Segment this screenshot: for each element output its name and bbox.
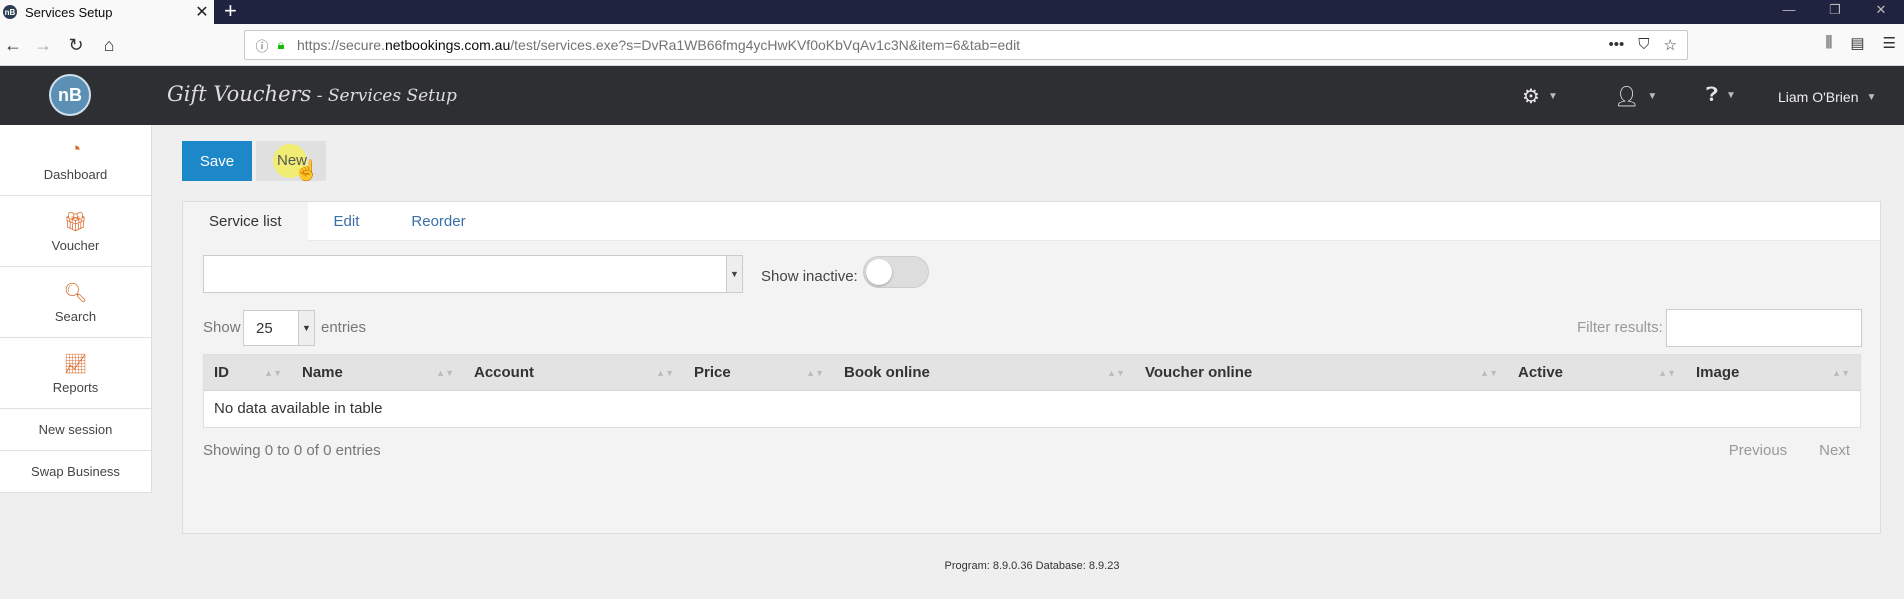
show-inactive-label: Show inactive: xyxy=(761,268,858,285)
chevron-down-icon: ▼ xyxy=(1547,91,1558,102)
show-label: Show xyxy=(203,319,241,336)
forward-icon[interactable]: → xyxy=(30,32,56,58)
dashboard-icon: ◔ xyxy=(69,138,82,160)
column-header-name[interactable]: Name ▲▼ xyxy=(292,355,464,391)
entries-per-page-select[interactable]: 25 ▼ xyxy=(243,310,315,346)
close-tab-icon[interactable]: ✕ xyxy=(190,2,214,22)
user-icon: 👤︎ xyxy=(1614,86,1640,108)
close-window-icon[interactable]: ✕ xyxy=(1858,0,1904,24)
page-title: Gift Vouchers - Services Setup xyxy=(167,82,457,106)
next-page-button[interactable]: Next xyxy=(1819,442,1850,459)
logo[interactable]: nB xyxy=(49,74,91,116)
bookmark-star-icon[interactable]: ☆ xyxy=(1664,36,1677,54)
filter-results-input[interactable] xyxy=(1666,309,1862,347)
favicon-icon: nB xyxy=(3,5,17,19)
tab-service-list[interactable]: Service list xyxy=(183,202,308,241)
chevron-down-icon: ▼ xyxy=(1726,90,1736,101)
sort-icon: ▲▼ xyxy=(264,368,282,378)
sidebar-toggle-icon[interactable]: ▤ xyxy=(1850,34,1864,52)
sort-icon: ▲▼ xyxy=(1658,368,1676,378)
tab-edit[interactable]: Edit xyxy=(308,202,386,241)
column-header-id[interactable]: ID ▲▼ xyxy=(204,355,292,391)
sidebar-item-dashboard[interactable]: ◔ Dashboard xyxy=(0,125,151,196)
url-text[interactable]: https://secure.netbookings.com.au/test/s… xyxy=(297,37,1609,53)
toggle-knob xyxy=(866,259,892,285)
more-actions-icon[interactable]: ••• xyxy=(1609,36,1625,54)
restore-icon[interactable]: ❐ xyxy=(1812,0,1858,24)
gift-icon: 🎁︎ xyxy=(63,211,88,233)
column-header-active[interactable]: Active ▲▼ xyxy=(1508,355,1686,391)
sort-icon: ▲▼ xyxy=(656,368,674,378)
user-role-menu[interactable]: 👤︎ ▼ xyxy=(1614,84,1657,109)
column-header-voucher-online[interactable]: Voucher online ▲▼ xyxy=(1135,355,1508,391)
hand-cursor-icon: ☝ xyxy=(294,160,319,182)
sidebar-item-reports[interactable]: 📈︎ Reports xyxy=(0,338,151,409)
chevron-down-icon: ▼ xyxy=(1866,91,1877,103)
new-tab-icon[interactable]: + xyxy=(224,0,237,24)
browser-navbar: ← → ↻ ⌂ ⓘ 🔒︎ https://secure.netbookings.… xyxy=(0,24,1904,66)
help-menu[interactable]: ❓︎ ▼ xyxy=(1706,84,1736,107)
url-bar[interactable]: ⓘ 🔒︎ https://secure.netbookings.com.au/t… xyxy=(244,30,1688,60)
table-info: Showing 0 to 0 of 0 entries xyxy=(203,442,381,459)
column-header-price[interactable]: Price ▲▼ xyxy=(684,355,834,391)
sort-icon: ▲▼ xyxy=(1107,368,1125,378)
filter-results-label: Filter results: xyxy=(1577,319,1663,336)
home-icon[interactable]: ⌂ xyxy=(96,32,122,58)
sidebar: ◔ Dashboard 🎁︎ Voucher 🔍︎ Search 📈︎ Repo… xyxy=(0,125,152,493)
sidebar-item-swap-business[interactable]: Swap Business xyxy=(0,451,151,493)
column-header-account[interactable]: Account ▲▼ xyxy=(464,355,684,391)
window-controls: — ❐ ✕ xyxy=(1766,0,1904,24)
show-inactive-toggle[interactable] xyxy=(863,256,929,288)
sidebar-item-label: Voucher xyxy=(51,237,100,253)
search-icon: 🔍︎ xyxy=(63,282,88,304)
pocket-icon[interactable]: ⛉ xyxy=(1638,36,1649,54)
user-name: Liam O'Brien xyxy=(1778,89,1859,105)
minimize-icon[interactable]: — xyxy=(1766,0,1812,24)
gear-icon: ⚙ xyxy=(1522,86,1540,108)
library-icon[interactable]: ⫼ xyxy=(1825,34,1832,52)
sort-icon: ▲▼ xyxy=(806,368,824,378)
browser-tab[interactable]: nB Services Setup ✕ xyxy=(0,0,214,24)
previous-page-button[interactable]: Previous xyxy=(1729,442,1787,459)
column-header-image[interactable]: Image ▲▼ xyxy=(1686,355,1860,391)
save-button[interactable]: Save xyxy=(182,141,252,181)
chart-icon: 📈︎ xyxy=(63,353,88,375)
help-icon: ❓︎ xyxy=(1706,84,1719,106)
sidebar-item-search[interactable]: 🔍︎ Search xyxy=(0,267,151,338)
reload-icon[interactable]: ↻ xyxy=(63,32,89,58)
sort-icon: ▲▼ xyxy=(1832,368,1850,378)
back-icon[interactable]: ← xyxy=(0,32,26,58)
tab-reorder[interactable]: Reorder xyxy=(385,202,491,241)
sidebar-item-label: Search xyxy=(54,308,97,324)
services-table: ID ▲▼ Name ▲▼ Account ▲▼ Price ▲▼ Book onlin… xyxy=(203,354,1861,428)
chevron-down-icon: ▼ xyxy=(298,311,314,345)
table-header: ID ▲▼ Name ▲▼ Account ▲▼ Price ▲▼ Book onlin… xyxy=(204,355,1860,391)
column-header-book-online[interactable]: Book online ▲▼ xyxy=(834,355,1135,391)
sidebar-item-label: Dashboard xyxy=(43,166,108,182)
sort-icon: ▲▼ xyxy=(1480,368,1498,378)
pagination: Previous Next xyxy=(1729,442,1850,459)
version-footer: Program: 8.9.0.36 Database: 8.9.23 xyxy=(944,560,1120,572)
browser-tab-title: Services Setup xyxy=(25,4,113,20)
table-empty-row: No data available in table xyxy=(214,400,383,417)
sort-icon: ▲▼ xyxy=(436,368,454,378)
lock-icon: 🔒︎ xyxy=(277,37,285,52)
info-icon[interactable]: ⓘ xyxy=(251,36,273,55)
user-menu[interactable]: Liam O'Brien ▼ xyxy=(1778,89,1876,105)
sidebar-item-label: Reports xyxy=(52,379,99,395)
sidebar-item-new-session[interactable]: New session xyxy=(0,409,151,451)
menu-icon[interactable]: ☰ xyxy=(1883,34,1896,52)
entries-value: 25 xyxy=(256,320,273,337)
tab-bar: Service list Edit Reorder xyxy=(183,202,1880,241)
chevron-down-icon[interactable]: ▼ xyxy=(726,256,742,292)
services-panel: Service list Edit Reorder ▼ Show inactiv… xyxy=(182,201,1881,534)
chevron-down-icon: ▼ xyxy=(1647,91,1658,102)
entries-label: entries xyxy=(321,319,367,336)
sidebar-item-voucher[interactable]: 🎁︎ Voucher xyxy=(0,196,151,267)
app-header: nB Gift Vouchers - Services Setup ⚙ ▼ 👤︎ ▼… xyxy=(0,66,1904,125)
service-select[interactable]: ▼ xyxy=(203,255,743,293)
browser-tab-bar: nB Services Setup ✕ + — ❐ ✕ xyxy=(0,0,1904,24)
settings-menu[interactable]: ⚙ ▼ xyxy=(1522,84,1558,109)
